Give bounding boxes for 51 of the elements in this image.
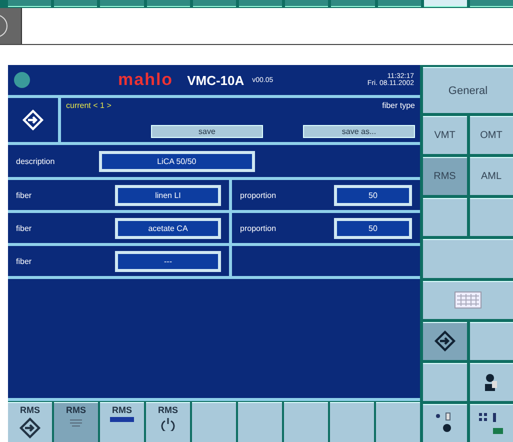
- field-label: fiber: [16, 256, 32, 266]
- save-button[interactable]: save: [151, 125, 263, 138]
- fiber-field[interactable]: acetate CA: [115, 218, 221, 238]
- toolbar-button[interactable]: [100, 0, 144, 7]
- side-button[interactable]: [423, 404, 466, 442]
- toolbar-button[interactable]: [54, 0, 98, 7]
- network-icon: [477, 410, 506, 436]
- list-icon: [68, 417, 84, 429]
- toolbar-button[interactable]: [8, 0, 52, 7]
- brand-name: mahlo: [118, 70, 174, 90]
- fiber-field[interactable]: ---: [115, 250, 221, 272]
- toolbar-button[interactable]: [146, 0, 190, 7]
- function-button[interactable]: RMS: [146, 402, 190, 442]
- person-icon: [484, 373, 498, 392]
- target-icon: [19, 417, 41, 439]
- general-button[interactable]: General: [423, 67, 513, 113]
- toolbar-button[interactable]: [238, 0, 282, 7]
- side-button[interactable]: [423, 322, 466, 360]
- toolbar-button[interactable]: [331, 0, 374, 7]
- field-label: fiber: [16, 224, 32, 232]
- function-button[interactable]: RMS: [8, 402, 52, 442]
- toolbar-button[interactable]: [470, 0, 513, 7]
- side-button[interactable]: [470, 404, 513, 442]
- field-label: fiber: [16, 190, 32, 200]
- toolbar-button[interactable]: [192, 0, 236, 7]
- field-label: proportion: [240, 190, 276, 200]
- field-label: description: [16, 156, 55, 166]
- power-icon: [161, 417, 175, 431]
- bar-icon: [110, 417, 134, 423]
- model-name: VMC-10A: [187, 72, 244, 88]
- mode-button[interactable]: VMT: [423, 116, 466, 154]
- save-button[interactable]: save as...: [303, 125, 415, 138]
- function-button[interactable]: RMS: [100, 402, 144, 442]
- function-button[interactable]: RMS: [54, 402, 98, 442]
- toolbar-button[interactable]: [378, 0, 421, 7]
- fiber-field[interactable]: linen LI: [115, 184, 221, 206]
- proportion-field[interactable]: 50: [334, 184, 412, 206]
- enter-icon: [434, 330, 456, 352]
- mode-button[interactable]: AML: [470, 157, 513, 196]
- record-number: current < 1 >: [66, 101, 112, 110]
- enter-icon: [22, 109, 44, 131]
- toolbar-button[interactable]: [285, 0, 328, 7]
- field-label: proportion: [240, 224, 276, 232]
- proportion-field[interactable]: 50: [334, 218, 412, 238]
- logo-icon: [14, 72, 30, 88]
- record-title: fiber type: [382, 101, 415, 110]
- mode-button[interactable]: OMT: [470, 116, 513, 154]
- description-field[interactable]: LiCA 50/50: [98, 150, 255, 172]
- keyboard-icon: [454, 291, 482, 310]
- side-button[interactable]: [470, 362, 513, 401]
- mode-button[interactable]: RMS: [423, 157, 466, 196]
